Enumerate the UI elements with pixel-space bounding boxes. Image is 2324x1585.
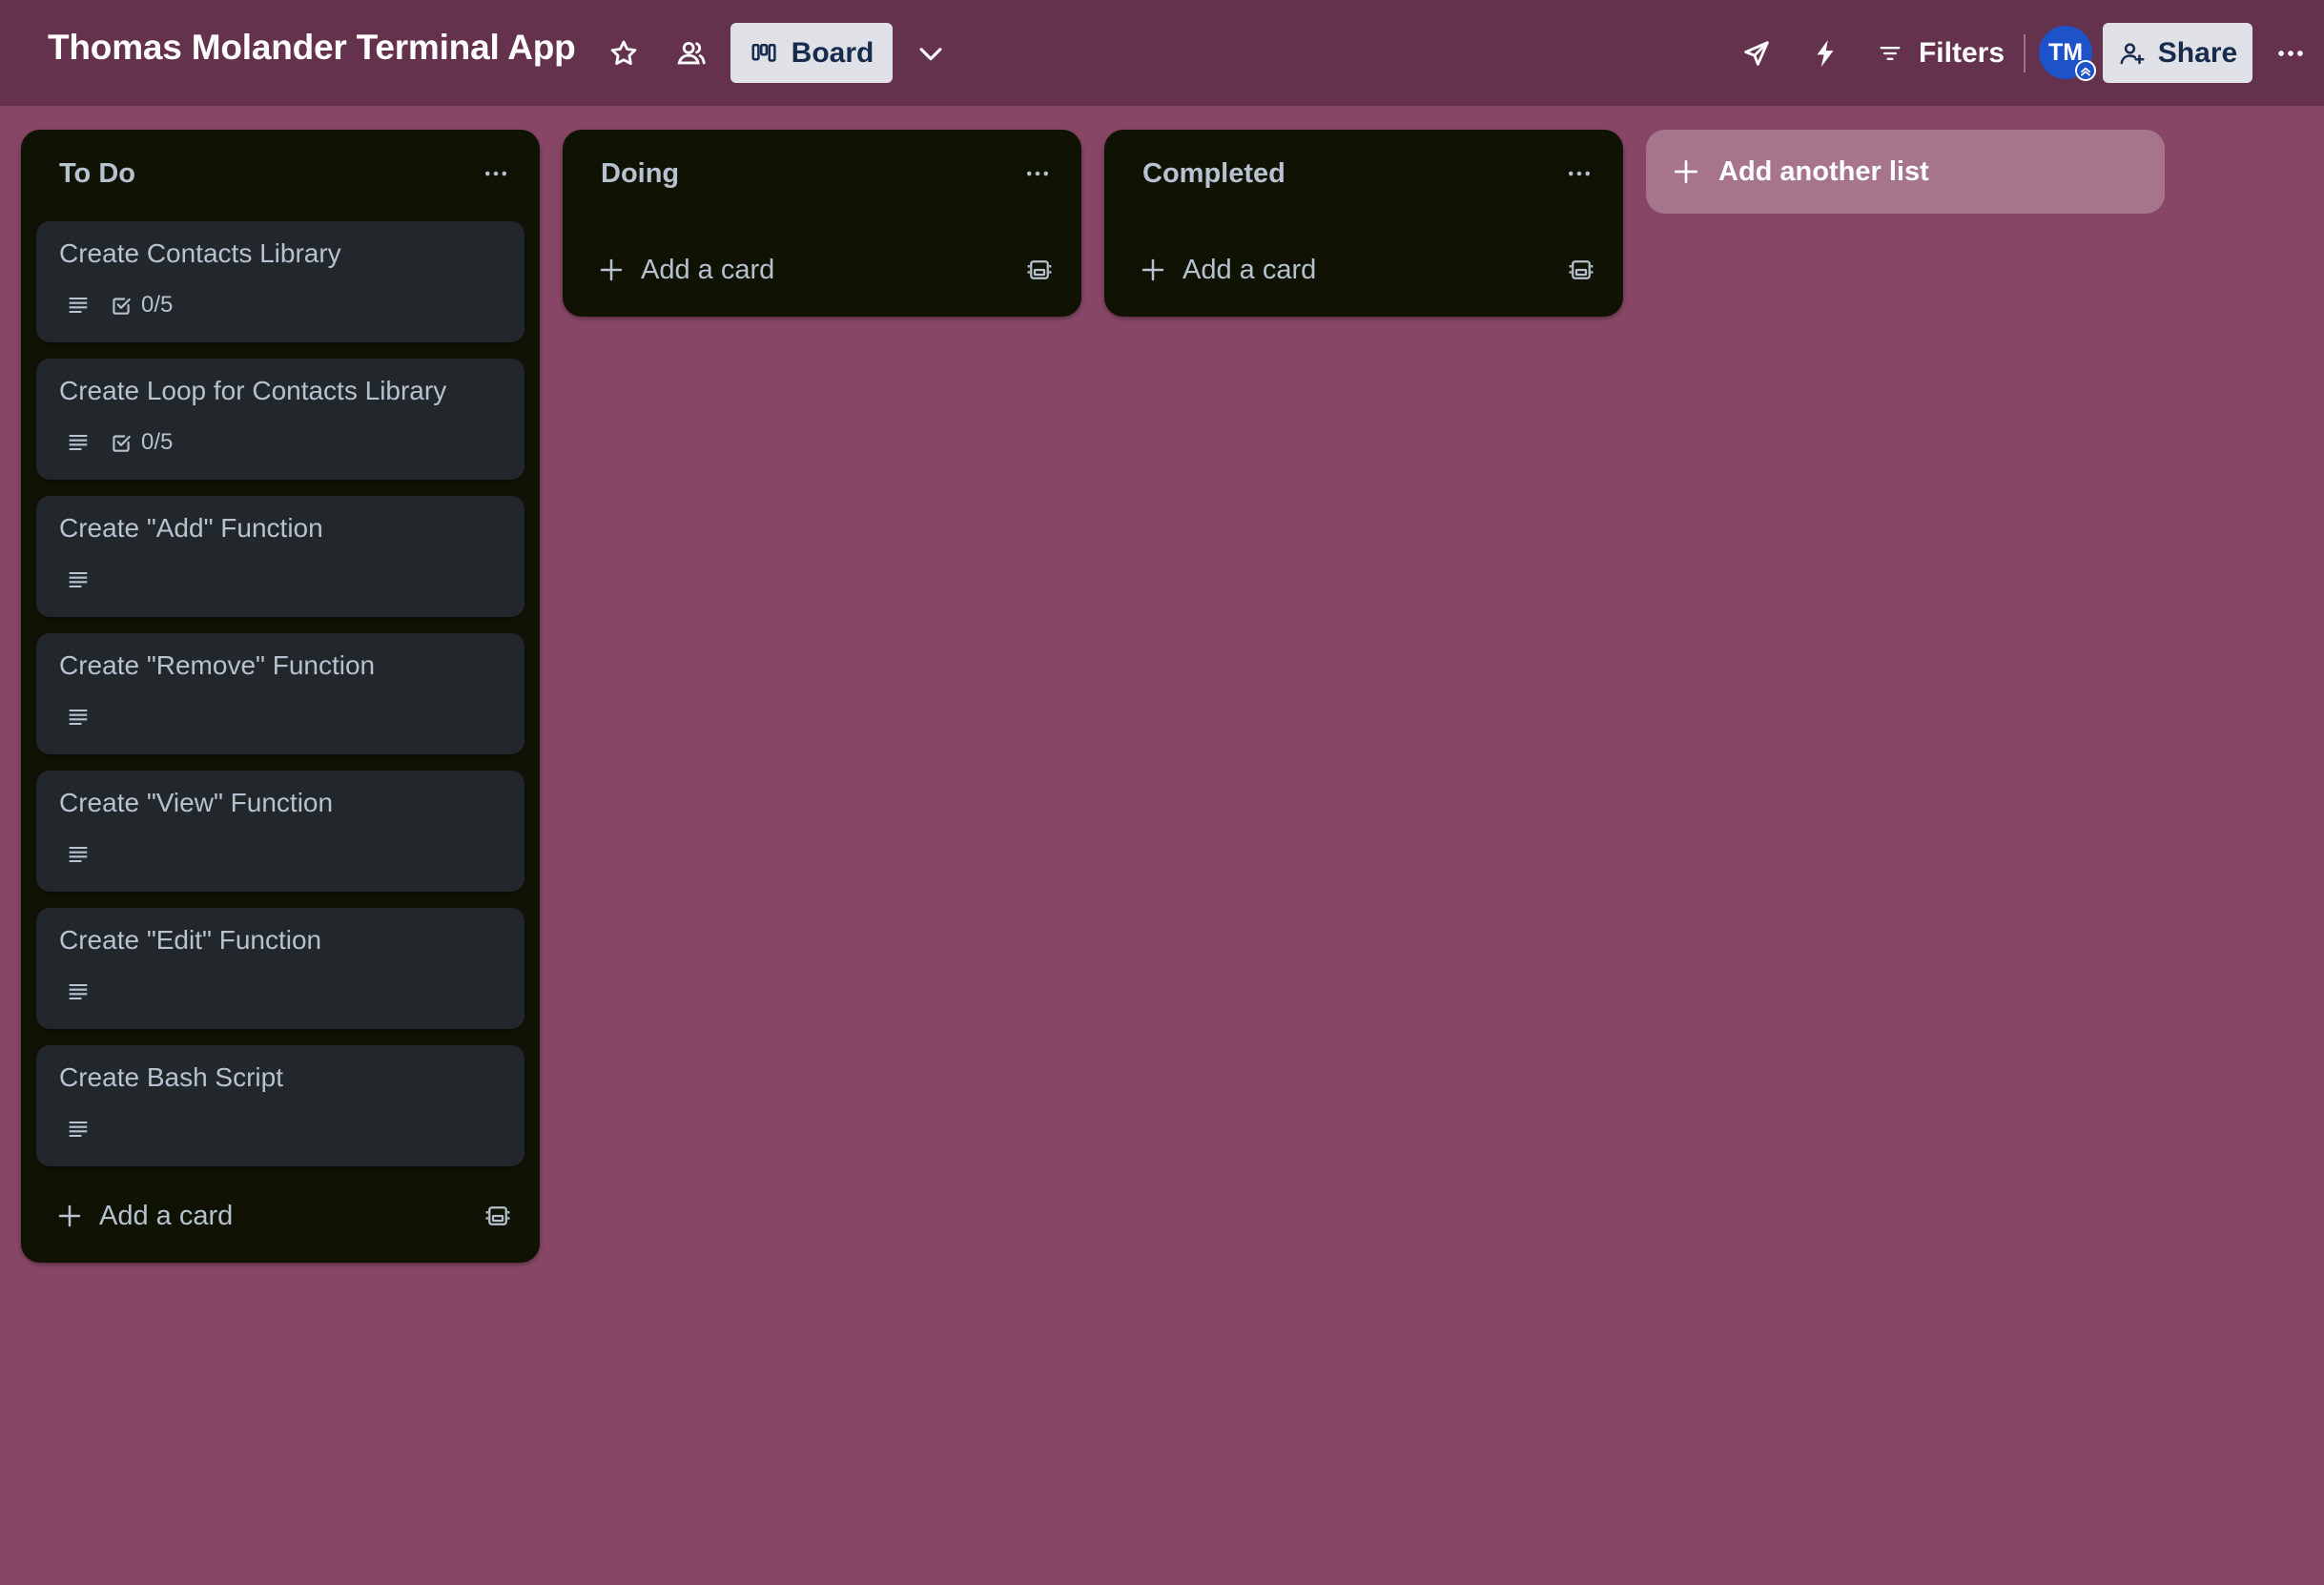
add-list-button[interactable]: Add another list [1646,130,2165,214]
description-icon [65,1116,92,1142]
card[interactable]: Create "Add" Function [36,496,524,617]
checklist-icon [113,435,131,452]
card[interactable]: Create "Remove" Function [36,633,524,754]
card-badges: 0/5 [65,290,173,320]
card[interactable]: Create "Edit" Function [36,908,524,1029]
checklist-badge: 0/5 [109,429,173,456]
card-title: Create Contacts Library [59,238,341,268]
list-title[interactable]: To Do [59,158,135,190]
team-visibility-icon [677,41,706,65]
checklist-count: 0/5 [141,429,174,455]
list-title[interactable]: Completed [1142,158,1285,190]
card-title: Create "View" Function [59,788,334,817]
board-view-icon [751,43,776,62]
card-template-icon [485,1206,510,1225]
add-card-button[interactable]: Add a card [578,243,997,297]
add-card-button[interactable]: Add a card [36,1189,456,1243]
add-card-label: Add a card [1183,254,1317,285]
more-icon [1027,171,1048,176]
card[interactable]: Create Loop for Contacts Library 0/5 [36,359,524,480]
board-header: Thomas Molander Terminal App Board Filte… [0,0,2324,106]
card-badges [65,565,92,595]
list-to-do: To Do Create Contacts Library 0/5 Create… [21,130,540,1263]
description-icon [65,978,92,1005]
visibility-button[interactable] [665,27,718,80]
automation-bolt-icon [1817,39,1834,68]
admin-badge [2075,60,2096,81]
card-title: Create Bash Script [59,1062,283,1092]
card-title: Create "Remove" Function [59,650,376,680]
create-from-template-button[interactable] [475,1193,521,1239]
card-title: Create "Add" Function [59,513,323,543]
add-card-label: Add a card [641,254,775,285]
card-badges [65,839,92,870]
share-label: Share [2157,36,2238,69]
automation-button[interactable] [1799,27,1852,80]
star-icon [610,40,637,66]
board-title[interactable]: Thomas Molander Terminal App [48,28,576,68]
list-completed: Completed Add a card [1104,130,1623,317]
more-icon [2278,51,2303,56]
list-actions-button[interactable] [1556,151,1602,196]
card-template-icon [1569,260,1594,279]
add-list-label: Add another list [1718,155,1929,187]
card-template-icon [1027,260,1052,279]
more-icon [1569,171,1590,176]
description-icon [65,566,92,593]
checklist-icon [113,298,131,315]
create-from-template-button[interactable] [1558,247,1604,293]
create-from-template-button[interactable] [1017,247,1062,293]
add-member-icon [2120,42,2145,64]
filters-label: Filters [1918,36,2005,69]
list-actions-button[interactable] [473,151,519,196]
header-divider [2024,34,2026,72]
admin-chevron-icon [2081,67,2090,76]
switch-views-button[interactable] [904,27,957,80]
card-title: Create Loop for Contacts Library [59,376,447,405]
plus-icon [58,1204,81,1227]
plus-icon [1675,160,1697,183]
checklist-count: 0/5 [141,292,174,318]
add-card-label: Add a card [99,1200,234,1231]
power-ups-button[interactable] [1730,27,1783,80]
power-ups-icon [1744,41,1769,66]
list-title[interactable]: Doing [601,158,679,190]
filter-icon [1880,46,1901,60]
filters-button[interactable]: Filters [1869,23,2005,83]
description-icon [65,429,92,456]
board-menu-button[interactable] [2264,27,2317,80]
card-badges [65,977,92,1007]
star-board-button[interactable] [597,27,650,80]
card-badges [65,702,92,732]
board-view-button[interactable]: Board [730,23,893,83]
plus-icon [1141,258,1164,281]
description-icon [65,841,92,868]
card[interactable]: Create Bash Script [36,1045,524,1166]
share-button[interactable]: Share [2103,23,2252,83]
plus-icon [600,258,623,281]
description-icon [65,292,92,319]
card-badges [65,1114,92,1144]
view-label: Board [791,36,874,69]
list-doing: Doing Add a card [563,130,1081,317]
card-badges: 0/5 [65,427,173,458]
card-title: Create "Edit" Function [59,925,322,955]
member-avatar[interactable]: TM [2039,26,2096,81]
chevron-down-icon [919,48,942,61]
description-icon [65,704,92,731]
more-icon [485,171,506,176]
card[interactable]: Create Contacts Library 0/5 [36,221,524,342]
add-card-button[interactable]: Add a card [1120,243,1539,297]
checklist-badge: 0/5 [109,292,173,319]
card[interactable]: Create "View" Function [36,771,524,892]
list-actions-button[interactable] [1015,151,1060,196]
